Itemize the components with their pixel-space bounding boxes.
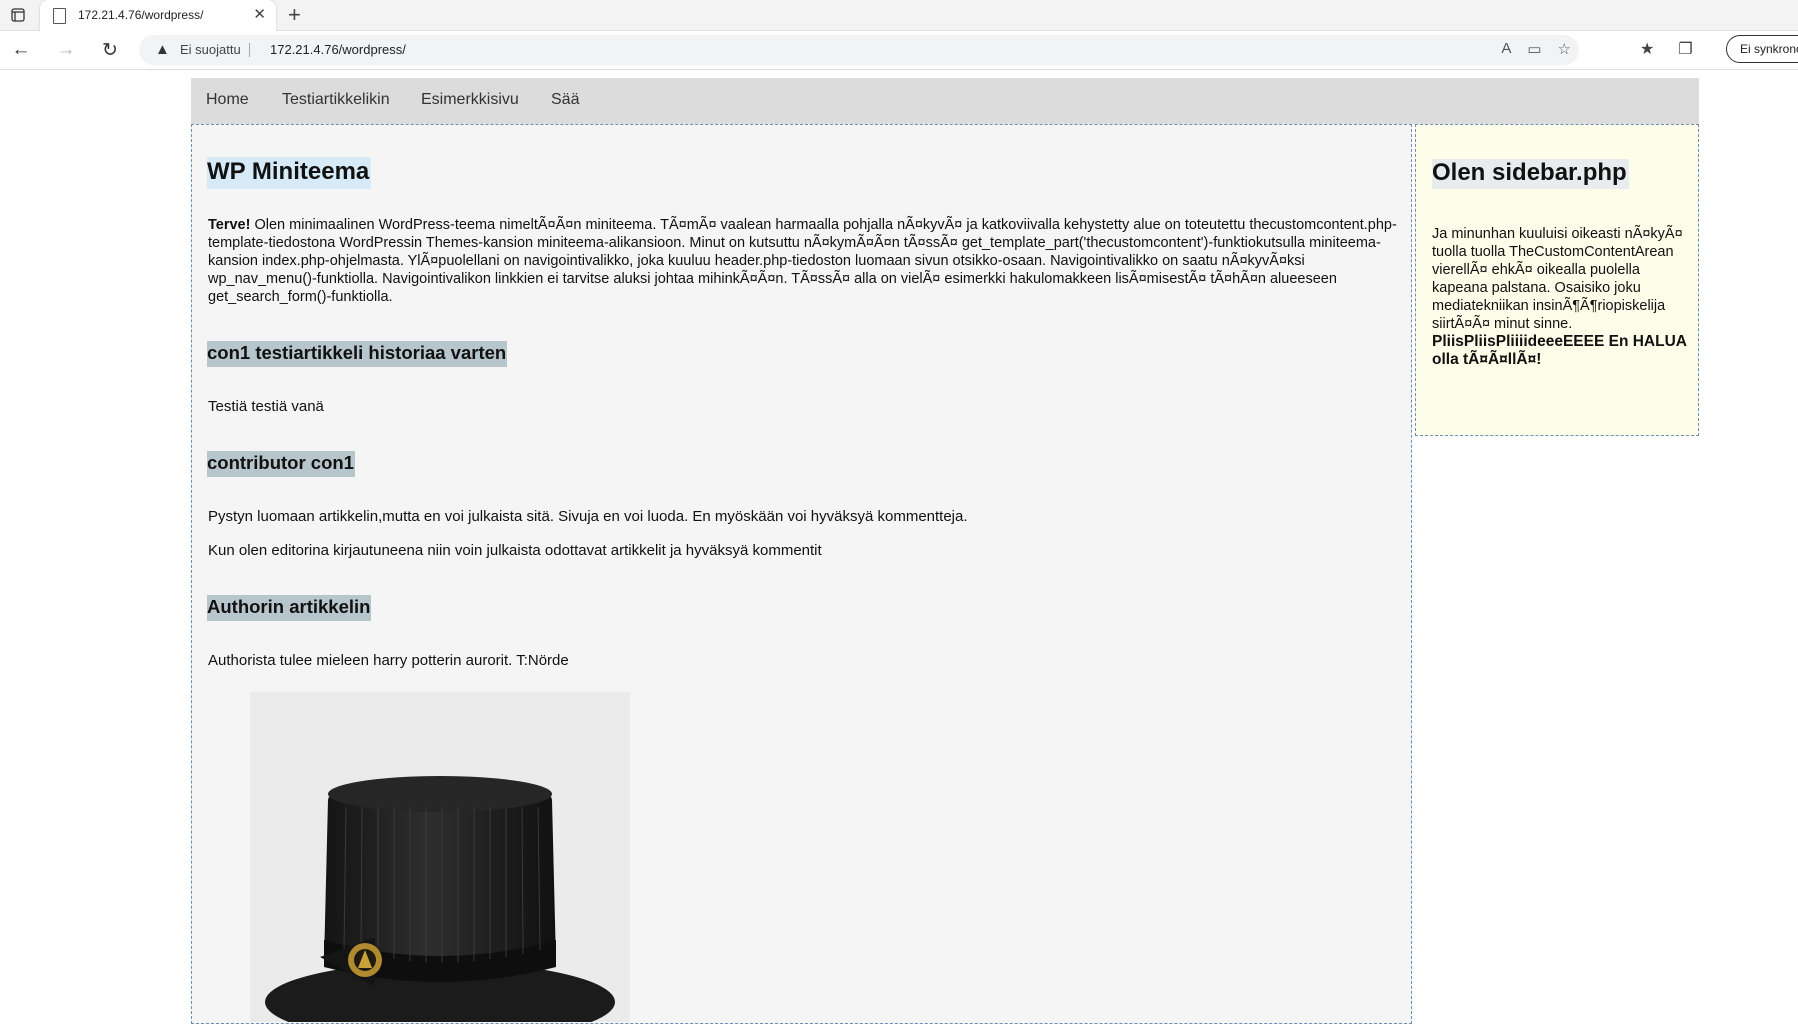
add-favorite-icon[interactable]: ☆ <box>1558 40 1571 58</box>
post-paragraph: Authorista tulee mieleen harry potterin … <box>208 652 569 669</box>
post-image <box>250 692 630 1027</box>
reader-view-icon[interactable]: ▭ <box>1527 40 1541 58</box>
nav-menu: Home Testiartikkelikin Esimerkkisivu Sää <box>191 78 1699 124</box>
sidebar-body: Ja minunhan kuuluisi oikeasti nÃ¤kyÃ¤ tu… <box>1432 226 1683 332</box>
sidebar-text: Ja minunhan kuuluisi oikeasti nÃ¤kyÃ¤ tu… <box>1432 225 1692 369</box>
post-title[interactable]: con1 testiartikkeli historiaa varten <box>207 341 508 367</box>
post-paragraph: Kun olen editorina kirjautuneena niin vo… <box>208 542 822 559</box>
address-bar-icons: A ▭ ☆ <box>1501 40 1571 58</box>
toolbar-right-icons: ★ ❐ <box>1640 39 1693 59</box>
tab-actions-icon[interactable] <box>6 4 30 26</box>
tab-title: 172.21.4.76/wordpress/ <box>78 8 204 22</box>
menu-item-testiartikkelikin[interactable]: Testiartikkelikin <box>282 91 390 109</box>
menu-item-esimerkkisivu[interactable]: Esimerkkisivu <box>421 91 519 109</box>
menu-item-saa[interactable]: Sää <box>551 91 579 109</box>
menu-item-home[interactable]: Home <box>206 91 249 109</box>
back-icon[interactable]: ← <box>8 37 34 63</box>
new-tab-icon[interactable]: + <box>288 2 301 28</box>
sidebar: Olen sidebar.php Ja minunhan kuuluisi oi… <box>1415 124 1699 436</box>
address-bar[interactable]: ▲ Ei suojattu 172.21.4.76/wordpress/ A ▭… <box>139 35 1579 65</box>
sidebar-bold-text: PliisPliisPliiiideeeEEEE En HALUA olla t… <box>1432 333 1687 368</box>
tab-bar: 172.21.4.76/wordpress/ ✕ + <box>0 0 1798 31</box>
refresh-icon[interactable]: ↻ <box>97 37 123 63</box>
sidebar-title: Olen sidebar.php <box>1432 159 1629 189</box>
sync-button[interactable]: Ei synkronoi <box>1726 35 1798 63</box>
warning-icon[interactable]: ▲ <box>155 41 170 58</box>
intro-bold: Terve! <box>208 217 251 233</box>
forward-icon[interactable]: → <box>53 37 79 63</box>
custom-content-area: WP Miniteema Terve! Olen minimaalinen Wo… <box>191 124 1412 1027</box>
post-title[interactable]: Authorin artikkelin <box>207 595 372 621</box>
read-aloud-icon[interactable]: A <box>1501 40 1511 58</box>
browser-toolbar: ← → ↻ ▲ Ei suojattu 172.21.4.76/wordpres… <box>0 31 1798 70</box>
security-label[interactable]: Ei suojattu <box>180 42 241 57</box>
post-paragraph: Testiä testiä vanä <box>208 398 324 415</box>
intro-text: Terve! Olen minimaalinen WordPress-teema… <box>208 216 1402 306</box>
address-separator <box>249 43 250 57</box>
url-text[interactable]: 172.21.4.76/wordpress/ <box>270 42 406 57</box>
favorites-icon[interactable]: ★ <box>1640 39 1654 59</box>
page-title: WP Miniteema <box>207 157 372 189</box>
post-paragraph: Pystyn luomaan artikkelin,mutta en voi j… <box>208 508 968 525</box>
close-tab-icon[interactable]: ✕ <box>253 5 266 23</box>
page-icon <box>53 8 66 24</box>
collections-icon[interactable]: ❐ <box>1678 39 1692 59</box>
intro-body: Olen minimaalinen WordPress-teema nimelt… <box>208 217 1397 305</box>
browser-tab[interactable]: 172.21.4.76/wordpress/ ✕ <box>40 0 276 31</box>
post-title[interactable]: contributor con1 <box>207 451 355 477</box>
